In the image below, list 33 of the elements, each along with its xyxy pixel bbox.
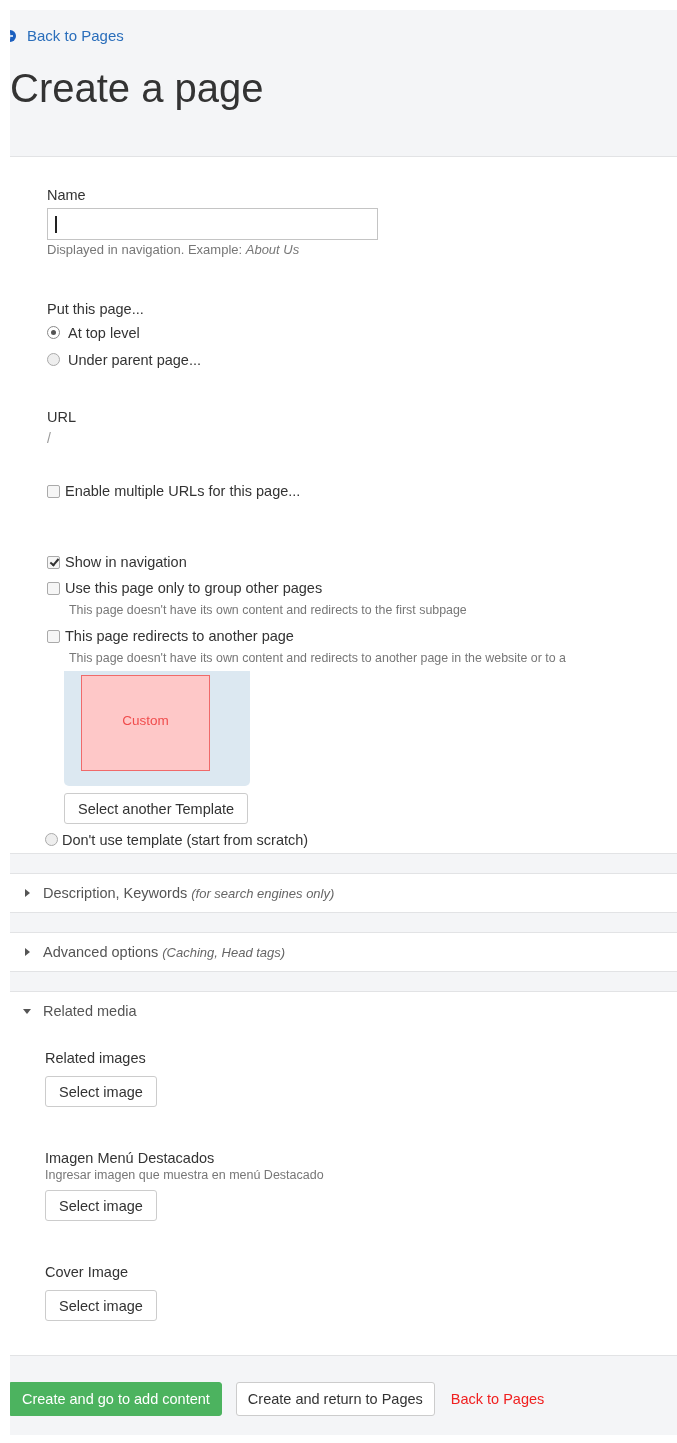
radio-option[interactable]: Under parent page... — [47, 346, 201, 373]
page-title: Create a page — [10, 65, 265, 112]
help-text: Displayed in navigation. Example: About Us — [47, 242, 301, 257]
name-field[interactable] — [47, 208, 378, 240]
field-label: Imagen Menú Destacados — [45, 1149, 215, 1168]
caret-right-icon — [23, 889, 31, 897]
caret-down-icon — [23, 1007, 31, 1015]
radio-option[interactable]: Don't use template (start from scratch) — [45, 826, 309, 853]
back-link[interactable]: Back to Pages — [10, 27, 124, 44]
checkbox-option[interactable]: Use this page only to group other pages — [47, 575, 323, 601]
caret-right-icon — [23, 948, 31, 956]
checkbox-option[interactable]: This page redirects to another page — [47, 623, 294, 649]
help-text: This page doesn't have its own content and redirects to another page in the website or to a — [69, 650, 567, 667]
field-label: Put this page... — [47, 300, 145, 319]
section-toggle[interactable]: Description, Keywords (for search engines only) — [10, 874, 335, 912]
select-image-button[interactable]: Select image — [45, 1190, 157, 1221]
url-value: / — [47, 430, 52, 446]
back-link[interactable]: Back to Pages — [448, 1382, 547, 1416]
section-toggle[interactable]: Advanced options (Caching, Head tags) — [10, 933, 286, 971]
checkbox-option[interactable]: Enable multiple URLs for this page... — [47, 478, 301, 504]
section-toggle[interactable]: Related media — [10, 992, 137, 1030]
help-text: This page doesn't have its own content and redirects to the first subpage — [69, 602, 468, 619]
field-label: URL — [47, 408, 77, 427]
checkbox-option[interactable]: Show in navigation — [47, 549, 187, 575]
radio-option[interactable]: At top level — [47, 319, 140, 346]
select-image-button[interactable]: Select image — [45, 1076, 157, 1107]
field-label: Name — [47, 186, 87, 205]
create-button[interactable]: Create and return to Pages — [235, 1382, 435, 1416]
field-label: Cover Image — [45, 1263, 128, 1282]
select-template-button[interactable]: Select another Template — [64, 793, 249, 824]
help-text: Ingresar imagen que muestra en menú Destacado — [45, 1168, 324, 1182]
field-label: Related images — [45, 1049, 146, 1068]
select-image-button[interactable]: Select image — [45, 1290, 157, 1321]
